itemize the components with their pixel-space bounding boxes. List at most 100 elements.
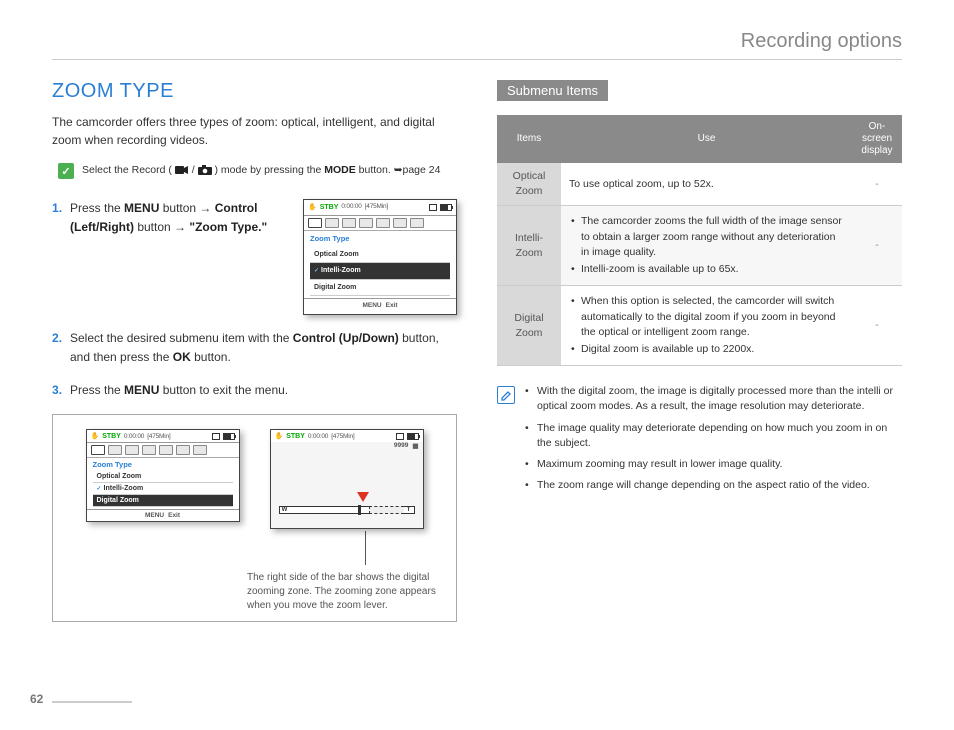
time-counter: 0:00:00 [124, 433, 144, 440]
photo-mode-icon [198, 165, 212, 175]
hand-icon: ✋ [308, 202, 317, 213]
remaining-time: [475Min] [147, 433, 170, 440]
lcd-tab [91, 445, 105, 455]
tick-icon: ✓ [314, 268, 319, 274]
step-2: Select the desired submenu item with the… [52, 329, 457, 367]
step-text: button to exit the menu. [163, 383, 288, 397]
item-cell: Intelli-Zoom [497, 206, 561, 286]
lcd-tab [125, 445, 139, 455]
check-icon [58, 163, 74, 179]
use-cell: The camcorder zooms the full width of th… [561, 206, 852, 286]
info-list: With the digital zoom, the image is digi… [525, 384, 902, 499]
exit-label: Exit [168, 512, 180, 519]
note-suffix: ) mode by pressing the [215, 164, 325, 176]
use-cell: When this option is selected, the camcor… [561, 286, 852, 366]
page-ref-arrow: ➥ [394, 164, 403, 176]
time-counter: 0:00:00 [341, 202, 361, 212]
step-text: button [137, 220, 174, 234]
use-bullet: When this option is selected, the camcor… [569, 294, 844, 340]
lcd-menu-item: Digital Zoom [310, 280, 450, 296]
lcd-menu-title: Zoom Type [87, 458, 239, 471]
hand-icon: ✋ [275, 432, 284, 440]
menu-label: MENU [145, 512, 164, 519]
lcd-tab [376, 218, 390, 228]
digital-zoom-zone [369, 506, 403, 514]
lcd-tab [193, 445, 207, 455]
step-3: Press the MENU button to exit the menu. [52, 381, 457, 400]
table-header-use: Use [561, 115, 852, 163]
lcd-tab-bar [87, 443, 239, 458]
table-row: Intelli-Zoom The camcorder zooms the ful… [497, 206, 902, 286]
step-text: button. [194, 350, 231, 364]
battery-icon [440, 204, 452, 211]
step-text: Select the desired submenu item with the [70, 331, 293, 345]
use-bullet: The camcorder zooms the full width of th… [569, 214, 844, 260]
table-row: Digital Zoom When this option is selecte… [497, 286, 902, 366]
manual-page: Recording options ZOOM TYPE The camcorde… [0, 0, 954, 730]
hand-icon: ✋ [91, 432, 100, 440]
page-number: 62 [30, 692, 43, 706]
lcd-tab [342, 218, 356, 228]
stby-label: STBY [320, 202, 339, 213]
lcd-tab [142, 445, 156, 455]
step-1: Press the MENU button → Control (Left/Ri… [52, 199, 457, 315]
table-row: Optical Zoom To use optical zoom, up to … [497, 163, 902, 206]
zoom-handle [358, 505, 361, 515]
lcd-screenshot-preview: ✋ STBY 0:00:00 [475Min] 9999 ▦ [270, 429, 424, 529]
zoom-bar: W T [279, 506, 415, 514]
lcd-tab [176, 445, 190, 455]
steps-list: Press the MENU button → Control (Left/Ri… [52, 199, 457, 400]
use-bullet: Digital zoom is available up to 2200x. [569, 342, 844, 357]
zoom-wide-label: W [280, 507, 290, 513]
lcd-menu-item-label: Intelli-Zoom [321, 267, 361, 274]
lcd-screenshot-menu-2: ✋ STBY 0:00:00 [475Min] [86, 429, 240, 522]
info-bullet: Maximum zooming may result in lower imag… [525, 457, 902, 472]
arrow-icon: → [174, 220, 189, 234]
video-mode-icon [175, 165, 189, 175]
lcd-tab [359, 218, 373, 228]
mode-note: Select the Record ( / ) mode by pressing… [52, 159, 457, 183]
use-bullet: Intelli-zoom is available up to 65x. [569, 262, 844, 277]
zoom-indicator-icon [357, 492, 369, 502]
lcd-menu-item: Optical Zoom [310, 247, 450, 263]
item-cell: Optical Zoom [497, 163, 561, 206]
step-text: Press the [70, 383, 124, 397]
battery-icon [223, 433, 235, 440]
lcd-tab [308, 218, 322, 228]
exit-label: Exit [386, 301, 398, 311]
display-cell: - [852, 206, 902, 286]
info-bullet: The zoom range will change depending on … [525, 478, 902, 493]
lcd-menu-item-label: Intelli-Zoom [104, 485, 144, 492]
use-cell: To use optical zoom, up to 52x. [561, 163, 852, 206]
lcd-tab [410, 218, 424, 228]
display-cell: - [852, 163, 902, 206]
step-bold: "Zoom Type." [189, 220, 267, 234]
step-bold: OK [173, 350, 191, 364]
note-bold: MODE [324, 164, 356, 176]
tick-icon: ✓ [97, 486, 102, 492]
left-column: ZOOM TYPE The camcorder offers three typ… [52, 80, 457, 622]
step-bold: MENU [124, 383, 159, 397]
sd-icon [429, 204, 437, 211]
figure-callout: The right side of the bar shows the digi… [67, 571, 442, 613]
step-bold: Control (Up/Down) [293, 331, 399, 345]
lcd-menu-item: ✓Intelli-Zoom [93, 483, 233, 495]
submenu-table: Items Use On-screen display Optical Zoom… [497, 115, 902, 366]
info-note: With the digital zoom, the image is digi… [497, 384, 902, 499]
remaining-time: [475Min] [365, 202, 388, 212]
table-header-display: On-screen display [852, 115, 902, 163]
sd-icon [396, 433, 404, 440]
battery-icon [407, 433, 419, 440]
right-column: Submenu Items Items Use On-screen displa… [497, 80, 902, 622]
lcd-tab [393, 218, 407, 228]
note-page-ref: page 24 [403, 164, 441, 176]
display-cell: - [852, 286, 902, 366]
note-tail: button. [359, 164, 394, 176]
stby-label: STBY [286, 433, 305, 440]
lcd-menu-title: Zoom Type [304, 231, 456, 247]
info-bullet: With the digital zoom, the image is digi… [525, 384, 902, 414]
time-counter: 0:00:00 [308, 433, 328, 440]
stby-label: STBY [102, 433, 121, 440]
step-bold: MENU [124, 201, 159, 215]
figure-box: ✋ STBY 0:00:00 [475Min] [52, 414, 457, 622]
